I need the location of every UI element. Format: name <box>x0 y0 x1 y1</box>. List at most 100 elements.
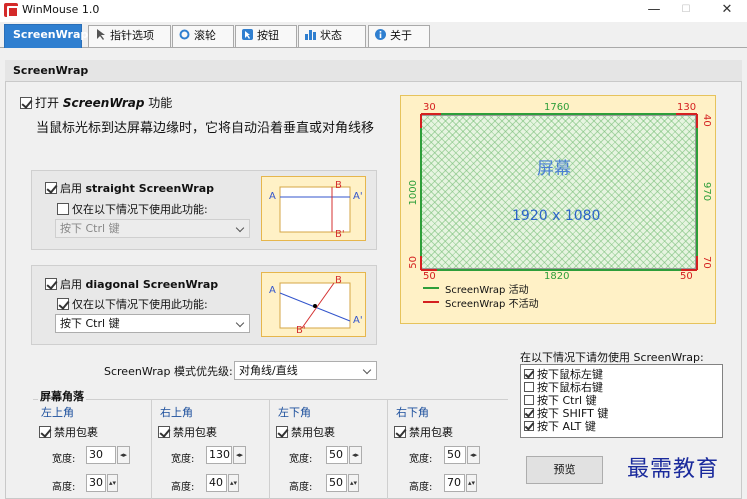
disable-wrap-checkbox[interactable]: 禁用包裹 <box>158 424 217 440</box>
screen-preview-map: 30 1760 130 40 970 70 1000 50 50 1820 50… <box>400 95 716 324</box>
width-stepper[interactable]: ◂▸ <box>233 446 246 464</box>
checkbox-unchecked[interactable] <box>524 395 534 405</box>
width-label: 宽度: <box>289 454 313 465</box>
straight-label-prefix: 启用 <box>60 182 86 195</box>
height-input[interactable]: 70 <box>444 474 465 492</box>
width-stepper[interactable]: ◂▸ <box>467 446 480 464</box>
select-value: 按下 Ctrl 键 <box>60 317 120 330</box>
disable-wrap-checkbox[interactable]: 禁用包裹 <box>276 424 335 440</box>
width-input[interactable]: 30 <box>86 446 116 464</box>
left-bottom-value: 50 <box>408 256 419 269</box>
disable-wrap-label: 禁用包裹 <box>291 426 335 439</box>
tab-pointer-options[interactable]: 指针选项 <box>88 25 171 47</box>
exceptions-list[interactable]: 按下鼠标左键 按下鼠标右键 按下 Ctrl 键 按下 SHIFT 键 按下 AL… <box>520 364 723 438</box>
height-stepper[interactable]: ▴▾ <box>107 474 118 492</box>
height-input[interactable]: 40 <box>206 474 227 492</box>
width-input[interactable]: 50 <box>326 446 348 464</box>
preview-button[interactable]: 预览 <box>526 456 603 484</box>
checkbox-checked[interactable] <box>524 421 534 431</box>
height-label: 高度: <box>171 482 195 493</box>
legend-inactive-swatch <box>423 301 439 303</box>
straight-key-select[interactable]: 按下 Ctrl 键 <box>55 219 250 238</box>
corner-name: 左上角 <box>41 406 74 419</box>
diagonal-key-select[interactable]: 按下 Ctrl 键 <box>55 314 250 333</box>
width-label: 宽度: <box>52 454 76 465</box>
diagonal-only-label: 仅在以下情况下使用此功能: <box>72 298 208 311</box>
legend-active-swatch <box>423 287 439 289</box>
height-label: 高度: <box>52 482 76 493</box>
checkbox-checked[interactable] <box>20 97 32 109</box>
diagram-label-a: A <box>269 285 276 296</box>
select-value: 按下 Ctrl 键 <box>60 222 120 235</box>
chart-icon <box>305 27 316 40</box>
right-edge-value: 970 <box>701 182 712 202</box>
enable-screenwrap-checkbox[interactable]: 打开 ScreenWrap 功能 <box>20 94 172 111</box>
exceptions-title: 在以下情况下请勿使用 ScreenWrap: <box>520 351 704 364</box>
watermark-text: 最需教育 <box>627 457 720 482</box>
checkbox-checked[interactable] <box>45 278 57 290</box>
disable-wrap-checkbox[interactable]: 禁用包裹 <box>394 424 453 440</box>
checkbox-checked[interactable] <box>276 426 288 438</box>
corner-name: 左下角 <box>278 406 311 419</box>
checkbox-checked[interactable] <box>39 426 51 438</box>
width-stepper[interactable]: ◂▸ <box>117 446 130 464</box>
disable-wrap-label: 禁用包裹 <box>173 426 217 439</box>
bottom-edge-value: 1820 <box>544 271 570 282</box>
exception-item[interactable]: 按下 ALT 键 <box>524 418 596 434</box>
tab-status[interactable]: 状态 <box>298 25 366 47</box>
checkbox-checked[interactable] <box>524 369 534 379</box>
straight-only-checkbox[interactable]: 仅在以下情况下使用此功能: <box>57 201 208 217</box>
diagram-label-b: B <box>335 180 342 191</box>
diagonal-enable-checkbox[interactable]: 启用 diagonal ScreenWrap <box>45 276 218 292</box>
width-input[interactable]: 50 <box>444 446 466 464</box>
width-label: 宽度: <box>409 454 433 465</box>
button-icon <box>242 27 253 40</box>
priority-select[interactable]: 对角线/直线 <box>234 361 377 380</box>
height-stepper[interactable]: ▴▾ <box>228 474 239 492</box>
screen-label: 屏幕 <box>537 159 571 179</box>
close-button[interactable]: ✕ <box>707 0 747 22</box>
checkbox-checked[interactable] <box>45 182 57 194</box>
select-value: 对角线/直线 <box>239 364 298 377</box>
tab-label: 滚轮 <box>194 29 216 42</box>
checkbox-checked[interactable] <box>394 426 406 438</box>
height-stepper[interactable]: ▴▾ <box>466 474 477 492</box>
tab-wheel[interactable]: 滚轮 <box>172 25 234 47</box>
enable-label-bold: ScreenWrap <box>62 96 145 110</box>
exception-label: 按下 ALT 键 <box>537 420 596 433</box>
straight-diagram: A A' B B' <box>261 176 366 241</box>
checkbox-unchecked[interactable] <box>57 203 69 215</box>
diagram-label-a2: A' <box>353 191 363 202</box>
straight-enable-checkbox[interactable]: 启用 straight ScreenWrap <box>45 180 214 196</box>
checkbox-checked[interactable] <box>524 408 534 418</box>
diagram-label-b: B <box>335 275 342 286</box>
height-label: 高度: <box>409 482 433 493</box>
height-stepper[interactable]: ▴▾ <box>348 474 359 492</box>
maximize-button[interactable]: ☐ <box>666 0 706 22</box>
tab-about[interactable]: 关于 <box>368 25 430 47</box>
diagram-label-a: A <box>269 191 276 202</box>
chevron-down-icon <box>362 365 372 375</box>
enable-label-prefix: 打开 <box>35 96 63 110</box>
checkbox-checked[interactable] <box>158 426 170 438</box>
checkbox-checked[interactable] <box>57 298 69 310</box>
diagonal-diagram: A A' B B' <box>261 272 366 337</box>
checkbox-unchecked[interactable] <box>524 382 534 392</box>
height-input[interactable]: 30 <box>86 474 106 492</box>
chevron-down-icon <box>235 223 245 233</box>
legend-inactive-label: ScreenWrap 不活动 <box>445 299 539 310</box>
top-edge-value: 1760 <box>544 102 570 113</box>
width-stepper[interactable]: ◂▸ <box>349 446 362 464</box>
disable-wrap-checkbox[interactable]: 禁用包裹 <box>39 424 98 440</box>
wheel-icon <box>179 27 190 40</box>
info-icon <box>375 27 386 40</box>
tab-label: 按钮 <box>257 29 279 42</box>
tab-screenwrap[interactable]: ScreenWrap <box>4 24 88 48</box>
straight-only-label: 仅在以下情况下使用此功能: <box>72 203 208 216</box>
section-title: ScreenWrap <box>5 60 742 82</box>
diagonal-only-checkbox[interactable]: 仅在以下情况下使用此功能: <box>57 296 208 312</box>
right-top-value: 40 <box>701 114 712 127</box>
height-input[interactable]: 50 <box>326 474 347 492</box>
tab-buttons[interactable]: 按钮 <box>235 25 297 47</box>
width-input[interactable]: 130 <box>206 446 232 464</box>
